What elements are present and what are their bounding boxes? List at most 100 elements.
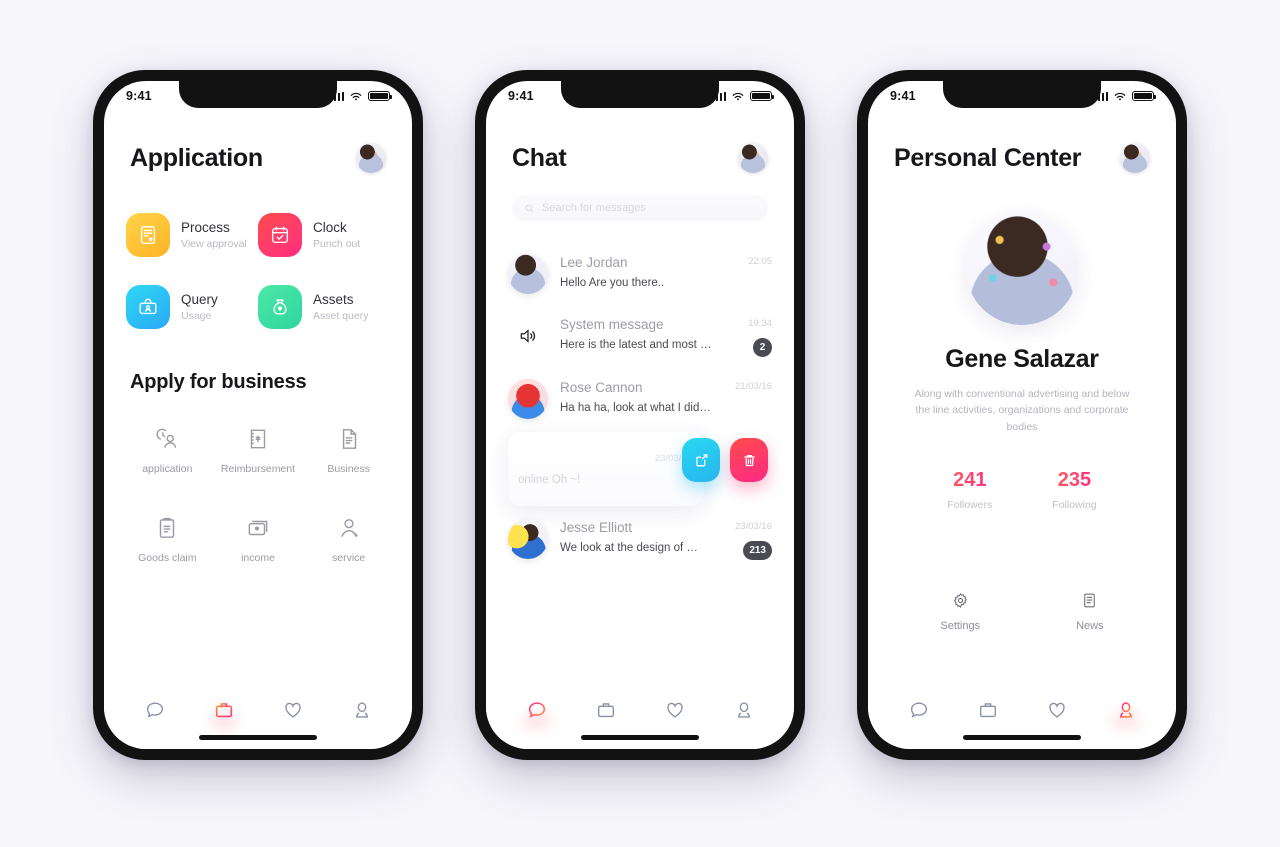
phone-mockup-chat: 9:41 Chat Search for messages Lee Jordan… — [475, 70, 805, 760]
status-time: 9:41 — [508, 89, 534, 103]
section-title-apply-for-business: Apply for business — [130, 371, 307, 393]
status-indicators — [712, 90, 775, 102]
business-grid: application Reimbursement Business Goods… — [104, 394, 412, 564]
business-item-label: income — [241, 552, 275, 564]
chat-bubble-icon — [528, 702, 545, 718]
share-button[interactable] — [682, 438, 720, 482]
tab-favorite[interactable] — [272, 694, 314, 726]
wifi-icon — [1114, 92, 1126, 100]
conversation-row[interactable]: Jesse Elliott We look at the design of …… — [508, 508, 772, 571]
delete-button[interactable] — [730, 438, 768, 482]
gear-icon — [953, 592, 967, 608]
swiped-conversation-row[interactable]: 23/03/16 online Oh ~! — [508, 432, 772, 506]
page-title: Personal Center — [894, 143, 1082, 172]
action-label: News — [1076, 619, 1104, 632]
header-avatar[interactable] — [356, 143, 386, 173]
news-button[interactable]: News — [1076, 591, 1104, 632]
screen-chat: 9:41 Chat Search for messages Lee Jordan… — [486, 81, 794, 749]
tab-work[interactable] — [585, 694, 627, 726]
status-time: 9:41 — [126, 89, 152, 103]
unread-badge: 2 — [753, 338, 772, 357]
business-item-reimbursement[interactable]: Reimbursement — [213, 426, 304, 475]
conversation-preview: Ha ha ha, look at what I did… — [560, 402, 711, 414]
conversation-name: Jesse Elliott — [560, 520, 633, 535]
device-notch — [943, 81, 1101, 108]
business-item-application[interactable]: application — [122, 426, 213, 475]
conversation-preview: We look at the design of … — [560, 542, 698, 554]
page-header: Chat — [486, 143, 794, 173]
business-item-service[interactable]: service — [303, 515, 394, 564]
person-icon — [1119, 702, 1132, 718]
tile-process[interactable]: Process View approval — [126, 213, 258, 257]
clock-person-icon — [156, 428, 177, 448]
speaker-announce-icon — [508, 316, 548, 356]
conversation-row[interactable]: System message Here is the latest and mo… — [508, 305, 772, 368]
screen-application: 9:41 Application Process View approval C… — [104, 81, 412, 749]
conversation-name: Lee Jordan — [560, 255, 628, 270]
stat-label: Following — [1052, 498, 1097, 511]
heart-icon — [1048, 702, 1065, 718]
conversation-row[interactable]: Lee Jordan Hello Are you there.. 22:05 — [508, 243, 772, 305]
phone-mockup-personal-center: 9:41 Personal Center Gene Salazar Along … — [857, 70, 1187, 760]
tile-clock[interactable]: Clock Punch out — [258, 213, 390, 257]
tab-profile[interactable] — [341, 694, 383, 726]
briefcase-icon — [215, 703, 232, 718]
home-indicator — [963, 735, 1081, 740]
tab-chat[interactable] — [898, 694, 940, 726]
tab-favorite[interactable] — [1036, 694, 1078, 726]
tab-work[interactable] — [203, 694, 245, 726]
search-input[interactable]: Search for messages — [512, 195, 768, 221]
tile-name: Process — [181, 220, 230, 235]
receipt-yen-icon — [250, 429, 266, 449]
unread-badge: 213 — [743, 541, 772, 560]
home-indicator — [199, 735, 317, 740]
stat-following[interactable]: 235 Following — [1052, 469, 1096, 511]
tile-assets[interactable]: Assets Asset query — [258, 285, 390, 329]
tile-query[interactable]: Query Usage — [126, 285, 258, 329]
screen-personal-center: 9:41 Personal Center Gene Salazar Along … — [868, 81, 1176, 749]
tab-profile[interactable] — [1105, 694, 1147, 726]
tab-chat[interactable] — [134, 694, 176, 726]
banknote-icon — [248, 520, 268, 536]
jesse-elliott-avatar — [508, 519, 548, 559]
business-item-label: Goods claim — [138, 552, 197, 564]
news-document-icon — [1084, 593, 1096, 608]
profile-actions: Settings News — [868, 591, 1176, 632]
header-avatar[interactable] — [738, 143, 768, 173]
header-avatar[interactable] — [1120, 143, 1150, 173]
tile-subtitle: View approval — [181, 238, 247, 250]
file-text-icon — [342, 429, 356, 449]
swipe-actions — [682, 438, 768, 482]
conversation-preview: online Oh ~! — [518, 473, 581, 486]
settings-button[interactable]: Settings — [940, 591, 980, 632]
status-indicators — [1094, 90, 1157, 102]
money-bag-icon — [258, 285, 302, 329]
device-notch — [179, 81, 337, 108]
briefcase-icon — [597, 703, 614, 718]
tile-subtitle: Usage — [181, 310, 212, 322]
business-item-income[interactable]: income — [213, 515, 304, 564]
tab-work[interactable] — [967, 694, 1009, 726]
tile-name: Clock — [313, 220, 347, 235]
business-item-goods-claim[interactable]: Goods claim — [122, 515, 213, 564]
stat-followers[interactable]: 241 Followers — [947, 469, 992, 511]
business-item-business[interactable]: Business — [303, 426, 394, 475]
wifi-icon — [350, 92, 362, 100]
share-icon — [695, 453, 707, 466]
page-header: Personal Center — [868, 143, 1176, 173]
tile-name: Assets — [313, 292, 354, 307]
tab-profile[interactable] — [723, 694, 765, 726]
id-card-icon — [126, 285, 170, 329]
status-indicators — [330, 90, 393, 102]
page-header: Application — [104, 143, 412, 173]
business-item-label: service — [332, 552, 366, 564]
person-icon — [355, 702, 368, 718]
conversation-name: Rose Cannon — [560, 380, 643, 395]
business-item-label: Reimbursement — [220, 463, 296, 475]
profile-stats: 241 Followers 235 Following — [868, 469, 1176, 511]
tab-favorite[interactable] — [654, 694, 696, 726]
tab-chat[interactable] — [516, 694, 558, 726]
conversation-row[interactable]: Rose Cannon Ha ha ha, look at what I did… — [508, 368, 772, 430]
briefcase-icon — [979, 703, 996, 718]
conversation-time: 21/03/16 — [735, 381, 772, 392]
